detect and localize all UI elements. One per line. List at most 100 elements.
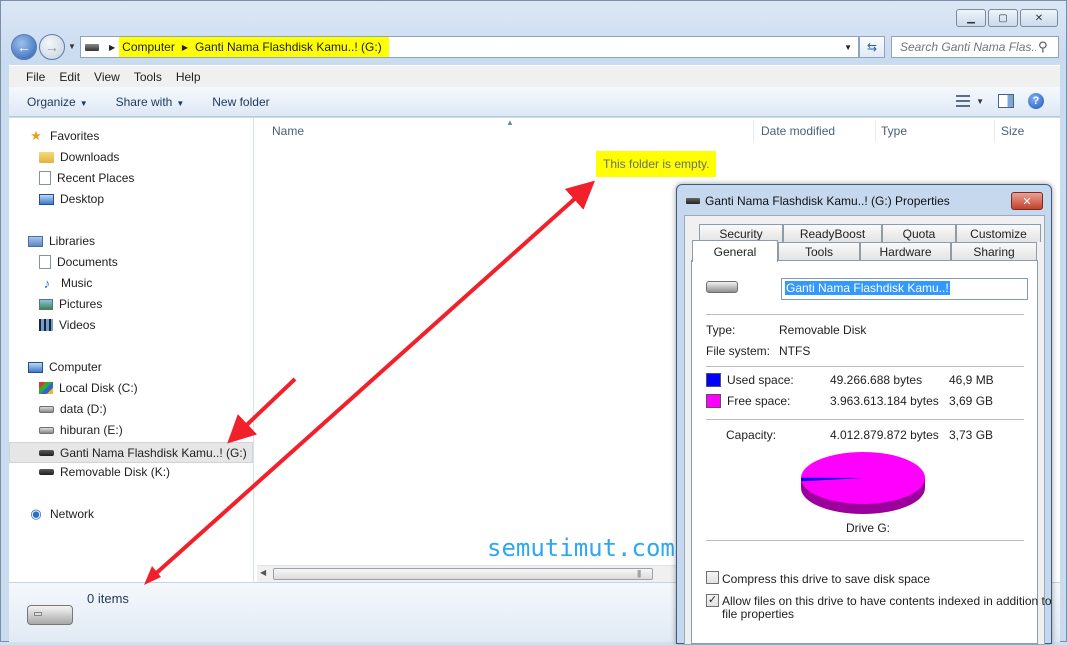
nav-label: Desktop [60,192,105,206]
sort-ascending-icon: ▲ [506,118,514,127]
usb-drive-icon [39,449,54,456]
free-space-label: Free space: [727,394,791,408]
disk-usage-pie [800,452,925,514]
properties-dialog: Ganti Nama Flashdisk Kamu..! (G:) Proper… [676,184,1052,645]
search-box[interactable]: ⚲ [891,36,1059,58]
forward-button[interactable]: → [39,34,65,60]
nav-hiburan-e[interactable]: hiburan (E:) [39,423,123,437]
free-space-bytes: 3.963.613.184 bytes [830,394,939,408]
nav-downloads[interactable]: Downloads [39,150,119,164]
chevron-right-icon[interactable]: ▶ [182,43,188,52]
chevron-down-icon[interactable]: ▼ [844,43,852,52]
tab-readyboost[interactable]: ReadyBoost [783,224,882,242]
nav-pictures[interactable]: Pictures [39,297,102,311]
menu-help[interactable]: Help [169,70,208,84]
back-button[interactable]: ← [11,34,37,60]
scroll-left-icon[interactable]: ◀ [260,568,266,577]
nav-local-disk-c[interactable]: Local Disk (C:) [39,381,138,395]
close-button[interactable]: ✕ [1020,9,1058,27]
compress-checkbox[interactable] [706,571,719,584]
address-bar[interactable]: ▶ Computer ▶ Ganti Nama Flashdisk Kamu..… [80,36,859,58]
tab-customize[interactable]: Customize [956,224,1041,242]
capacity-bytes: 4.012.879.872 bytes [830,428,939,442]
divider [706,419,1024,420]
watermark: semutimut.com [487,534,675,562]
column-divider[interactable] [875,120,876,142]
recent-pages-dropdown[interactable]: ▼ [68,42,76,51]
change-view-icon[interactable] [956,95,971,107]
nav-recent-places[interactable]: Recent Places [39,171,134,185]
search-icon[interactable]: ⚲ [1038,39,1048,55]
new-folder-button[interactable]: New folder [212,95,269,109]
breadcrumb-drive[interactable]: Ganti Nama Flashdisk Kamu..! (G:) [192,40,385,54]
nav-videos[interactable]: Videos [39,318,95,332]
column-size[interactable]: Size [1001,118,1024,144]
chevron-right-icon[interactable]: ▶ [109,43,115,52]
document-icon [39,255,51,269]
preview-pane-icon[interactable] [998,94,1014,108]
system-drive-icon [39,382,53,394]
tab-tools[interactable]: Tools [778,242,860,260]
nav-label: Local Disk (C:) [59,381,138,395]
tab-hardware[interactable]: Hardware [860,242,951,260]
used-space-bytes: 49.266.688 bytes [830,373,923,387]
nav-desktop[interactable]: Desktop [39,192,104,206]
menu-tools[interactable]: Tools [127,70,169,84]
column-type[interactable]: Type [881,118,907,144]
nav-network[interactable]: ◉ Network [28,506,94,521]
used-space-label: Used space: [727,373,794,387]
tab-general[interactable]: General [692,240,778,262]
share-with-button[interactable]: Share with ▼ [116,95,185,109]
horizontal-scrollbar[interactable]: ◀ ||| [257,565,677,582]
nav-removable-k[interactable]: Removable Disk (K:) [39,465,170,479]
dialog-close-button[interactable]: ✕ [1011,192,1043,210]
column-name[interactable]: Name [272,118,304,144]
organize-button[interactable]: Organize ▼ [27,95,88,109]
nav-flashdisk-g[interactable]: Ganti Nama Flashdisk Kamu..! (G:) [9,442,253,463]
music-icon: ♪ [43,275,51,291]
tab-sharing[interactable]: Sharing [951,242,1037,260]
item-count: 0 items [87,591,129,606]
nav-music[interactable]: ♪ Music [39,275,93,291]
minimize-button[interactable]: ▁ [956,9,986,27]
nav-computer[interactable]: Computer [28,360,102,374]
back-arrow-icon: ← [17,39,31,55]
libraries-icon [28,235,43,247]
nav-data-d[interactable]: data (D:) [39,402,107,416]
chevron-down-icon[interactable]: ▼ [976,97,984,106]
help-icon[interactable]: ? [1028,93,1044,109]
menu-edit[interactable]: Edit [52,70,87,84]
menu-file[interactable]: File [19,70,52,84]
scrollbar-thumb[interactable] [273,568,653,580]
drive-name-value: Ganti Nama Flashdisk Kamu..! [785,281,950,295]
refresh-button[interactable]: ⇆ [859,36,885,58]
nav-favorites[interactable]: ★ Favorites [28,128,99,143]
command-bar-right: ▼ ? [956,93,1044,109]
desktop-icon [39,193,54,205]
chevron-down-icon: ▼ [79,98,88,108]
tab-quota[interactable]: Quota [882,224,956,242]
breadcrumb-computer[interactable]: Computer [119,40,178,54]
search-input[interactable] [898,39,1038,55]
drive-name-field[interactable]: Ganti Nama Flashdisk Kamu..! [781,278,1028,300]
drive-letter-label: Drive G: [846,521,891,535]
menu-view[interactable]: View [87,70,127,84]
command-bar: Organize ▼ Share with ▼ New folder ▼ ? [9,87,1060,117]
index-checkbox[interactable]: ✓ [706,594,719,607]
usb-drive-icon [27,605,73,625]
type-label: Type: [706,323,736,337]
dialog-title: Ganti Nama Flashdisk Kamu..! (G:) Proper… [705,194,950,208]
nav-libraries[interactable]: Libraries [28,234,95,248]
usb-drive-icon [39,469,54,475]
refresh-icon: ⇆ [866,40,878,54]
maximize-button[interactable]: ▢ [988,9,1018,27]
file-system-value: NTFS [779,344,811,358]
divider [706,314,1024,315]
forward-arrow-icon: → [45,39,59,55]
star-icon: ★ [30,128,42,143]
usb-drive-icon [706,281,738,293]
column-divider[interactable] [753,120,754,142]
column-divider[interactable] [994,120,995,142]
nav-documents[interactable]: Documents [39,255,118,269]
column-date-modified[interactable]: Date modified [761,118,835,144]
